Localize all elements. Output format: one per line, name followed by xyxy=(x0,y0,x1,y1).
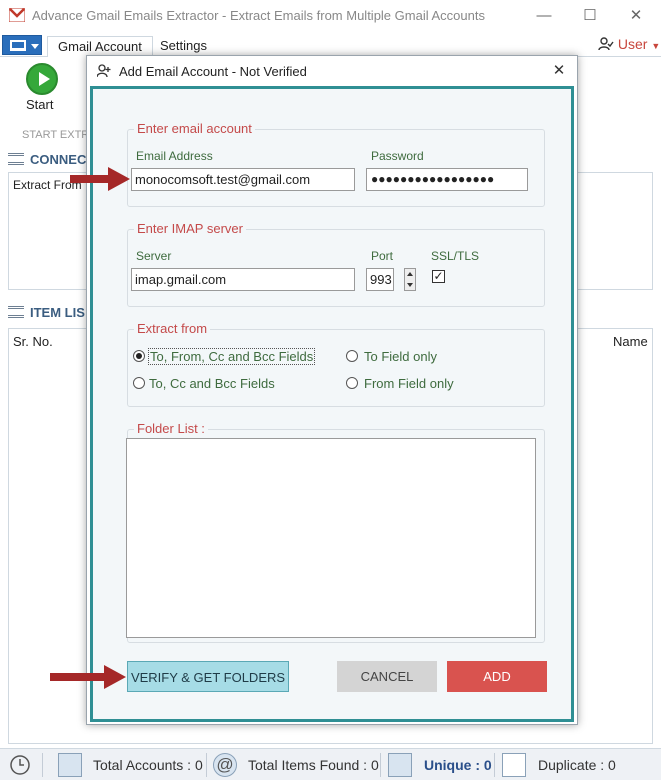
ssl-tls-label: SSL/TLS xyxy=(431,249,480,263)
total-accounts-status: Total Accounts : 0 xyxy=(93,757,203,773)
dialog-body: Enter email account Email Address Passwo… xyxy=(90,86,574,722)
items-panel-title: ITEM LIS xyxy=(8,305,85,320)
arrow-up-icon[interactable] xyxy=(407,272,413,276)
dialog-close-button[interactable]: ✕ xyxy=(545,58,573,84)
user-add-icon xyxy=(97,64,111,78)
port-label: Port xyxy=(371,249,394,263)
accounts-icon xyxy=(58,753,82,777)
password-input[interactable]: ●●●●●●●●●●●●●●●●● xyxy=(366,168,528,191)
gmail-app-icon xyxy=(9,8,25,22)
ribbon-group-label: START EXTR xyxy=(22,129,90,141)
duplicate-icon xyxy=(502,753,526,777)
extract-from-group: Extract from To, From, Cc and Bcc Fields… xyxy=(127,321,545,407)
radio-to-only-label[interactable]: To Field only xyxy=(364,349,437,364)
imap-group-title: Enter IMAP server xyxy=(134,221,246,236)
ssl-tls-checkbox[interactable]: ✓ xyxy=(432,270,445,283)
add-email-account-dialog: Add Email Account - Not Verified ✕ Enter… xyxy=(86,55,578,725)
chevron-down-icon xyxy=(31,44,39,49)
user-dropdown-icon: ▼ xyxy=(651,41,661,51)
dialog-title-bar: Add Email Account - Not Verified ✕ xyxy=(87,56,577,86)
port-input[interactable]: 993 xyxy=(366,268,394,291)
grid-icon xyxy=(8,153,24,165)
arrow-down-icon[interactable] xyxy=(407,283,413,287)
imap-server-group: Enter IMAP server Server Port SSL/TLS im… xyxy=(127,221,545,307)
folder-list-group: Folder List : xyxy=(126,421,545,643)
clock-icon xyxy=(10,755,30,775)
maximize-button[interactable]: ☐ xyxy=(567,0,613,31)
unique-status: Unique : 0 xyxy=(424,757,492,773)
radio-from-only-label[interactable]: From Field only xyxy=(364,376,454,391)
radio-to-from-cc-bcc[interactable] xyxy=(133,350,145,362)
radio-to-cc-bcc[interactable] xyxy=(133,377,145,389)
arrow-pointer-email xyxy=(70,167,130,191)
total-items-status: Total Items Found : 0 xyxy=(248,757,379,773)
list-icon xyxy=(8,306,24,318)
status-bar: Total Accounts : 0 @ Total Items Found :… xyxy=(0,748,661,780)
email-address-label: Email Address xyxy=(136,149,213,163)
password-label: Password xyxy=(371,149,424,163)
start-button-label[interactable]: Start xyxy=(26,97,53,112)
radio-to-only[interactable] xyxy=(346,350,358,362)
connections-panel-title: CONNEC xyxy=(8,152,86,167)
email-account-group: Enter email account Email Address Passwo… xyxy=(127,121,545,207)
email-account-group-title: Enter email account xyxy=(134,121,255,136)
ribbon-tab-bar: Gmail Account Settings xyxy=(0,33,661,58)
imap-server-input[interactable]: imap.gmail.com xyxy=(131,268,355,291)
verify-get-folders-button[interactable]: VERIFY & GET FOLDERS xyxy=(127,661,289,692)
server-label: Server xyxy=(136,249,172,263)
monitor-icon xyxy=(10,40,26,51)
window-title: Advance Gmail Emails Extractor - Extract… xyxy=(32,8,485,23)
radio-from-only[interactable] xyxy=(346,377,358,389)
column-sr-no: Sr. No. xyxy=(13,334,53,349)
user-check-icon xyxy=(598,37,614,51)
title-bar: Advance Gmail Emails Extractor - Extract… xyxy=(0,0,661,31)
extract-from-group-title: Extract from xyxy=(134,321,211,336)
app-menu-button[interactable] xyxy=(2,35,42,55)
radio-to-from-cc-bcc-label[interactable]: To, From, Cc and Bcc Fields xyxy=(148,348,316,365)
arrow-pointer-verify xyxy=(50,665,126,689)
cancel-button[interactable]: CANCEL xyxy=(337,661,437,692)
radio-to-cc-bcc-label[interactable]: To, Cc and Bcc Fields xyxy=(149,376,275,391)
add-button[interactable]: ADD xyxy=(447,661,547,692)
user-label: User xyxy=(617,36,648,52)
start-play-icon[interactable] xyxy=(26,63,58,95)
user-menu[interactable]: User ▼ xyxy=(598,36,660,52)
at-sign-icon: @ xyxy=(213,753,237,777)
duplicate-status: Duplicate : 0 xyxy=(538,757,616,773)
email-address-input[interactable]: monocomsoft.test@gmail.com xyxy=(131,168,355,191)
dialog-title: Add Email Account - Not Verified xyxy=(119,64,307,79)
column-name: Name xyxy=(613,334,648,349)
minimize-button[interactable]: — xyxy=(521,0,567,31)
close-window-button[interactable]: ✕ xyxy=(613,0,659,31)
folder-list-title: Folder List : xyxy=(134,421,208,436)
folder-list-box[interactable] xyxy=(126,438,536,638)
port-stepper[interactable] xyxy=(404,268,416,291)
unique-icon xyxy=(388,753,412,777)
